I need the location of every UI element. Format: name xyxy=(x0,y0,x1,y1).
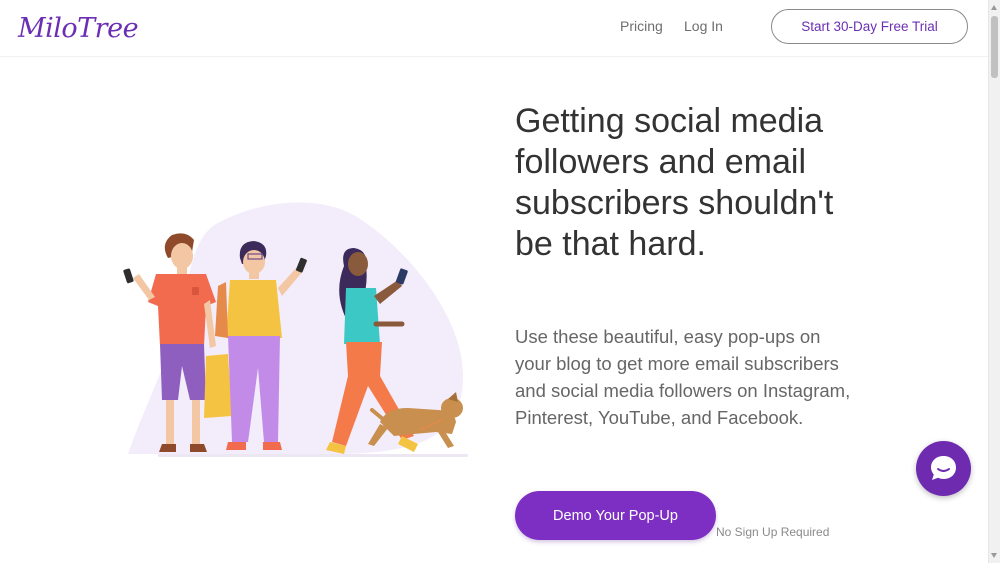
page-scrollbar[interactable] xyxy=(988,0,1000,563)
scroll-thumb[interactable] xyxy=(991,16,998,78)
chat-widget-button[interactable] xyxy=(916,441,971,496)
no-signup-note: No Sign Up Required xyxy=(716,525,830,539)
scroll-up-arrow-icon[interactable] xyxy=(991,5,997,10)
ground-line xyxy=(158,454,468,457)
site-header: MiloTree Pricing Log In Start 30-Day Fre… xyxy=(0,0,988,57)
people-with-phones-illustration xyxy=(123,202,468,457)
logo-text: MiloTree xyxy=(18,12,139,44)
hero-headline: Getting social media followers and email… xyxy=(515,102,834,263)
start-trial-button[interactable]: Start 30-Day Free Trial xyxy=(771,9,968,44)
milotree-logo[interactable]: MiloTree xyxy=(18,10,139,46)
nav-login-link[interactable]: Log In xyxy=(684,18,723,34)
demo-popup-button[interactable]: Demo Your Pop-Up xyxy=(515,491,716,540)
nav-pricing-link[interactable]: Pricing xyxy=(620,18,663,34)
scroll-down-arrow-icon[interactable] xyxy=(991,553,997,558)
chat-bubble-icon xyxy=(931,456,956,480)
hero-subtext: Use these beautiful, easy pop-ups on you… xyxy=(515,326,851,428)
